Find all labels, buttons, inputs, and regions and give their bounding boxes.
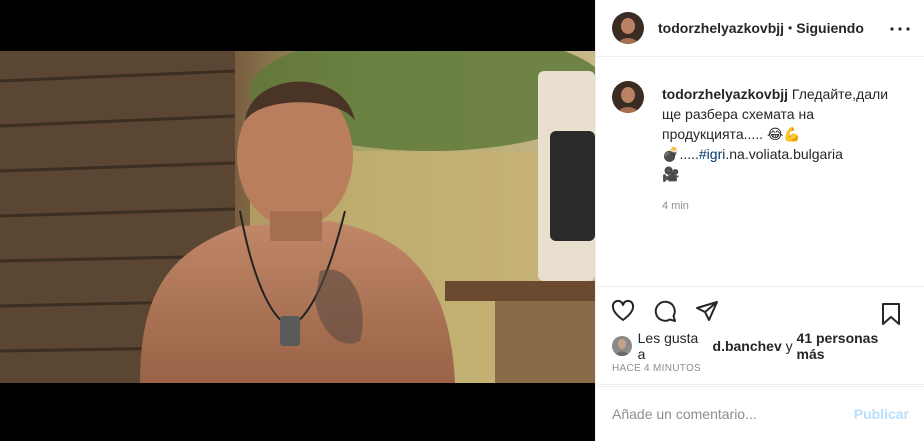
more-options-icon[interactable] (888, 22, 912, 34)
liker-username[interactable]: d.banchev (713, 338, 782, 354)
post-sidebar: todorzhelyazkovbjj • Siguiendo todorzhel… (595, 0, 924, 441)
comment-icon[interactable] (650, 296, 680, 326)
video-still (0, 51, 595, 383)
hashtag-link[interactable]: #igri (699, 146, 725, 162)
comment-input[interactable] (612, 406, 854, 422)
follow-status-button[interactable]: Siguiendo (796, 20, 864, 36)
video-frame[interactable] (0, 51, 595, 383)
caption-end-emoji: 🎥 (662, 166, 680, 182)
author-username[interactable]: todorzhelyazkovbjj (658, 20, 784, 36)
author-avatar[interactable] (612, 12, 644, 44)
share-icon[interactable] (692, 296, 722, 326)
comment-form: Publicar (596, 386, 924, 441)
publish-button[interactable]: Publicar (854, 406, 909, 422)
post-header: todorzhelyazkovbjj • Siguiendo (596, 0, 924, 57)
caption-avatar[interactable] (612, 81, 644, 113)
caption-dots: ..... (679, 146, 699, 162)
caption-section: todorzhelyazkovbjj Гледайте,дали ще разб… (596, 57, 924, 287)
liker-avatar[interactable] (612, 336, 632, 356)
separator-dot: • (788, 21, 793, 35)
bookmark-icon[interactable] (876, 299, 906, 329)
post-media (0, 0, 595, 441)
caption-timestamp[interactable]: 4 min (662, 200, 908, 212)
heart-icon[interactable] (608, 296, 638, 326)
caption-tail: .na.voliata.bulgaria (725, 146, 843, 162)
instagram-post-modal: todorzhelyazkovbjj • Siguiendo todorzhel… (0, 0, 924, 441)
likes-conjunction: y (785, 338, 793, 354)
likes-summary: Les gusta a d.banchev y 41 personas más (596, 330, 924, 362)
caption-username[interactable]: todorzhelyazkovbjj (662, 86, 788, 102)
caption-text: todorzhelyazkovbjj Гледайте,дали ще разб… (662, 84, 907, 184)
action-bar (596, 287, 924, 335)
